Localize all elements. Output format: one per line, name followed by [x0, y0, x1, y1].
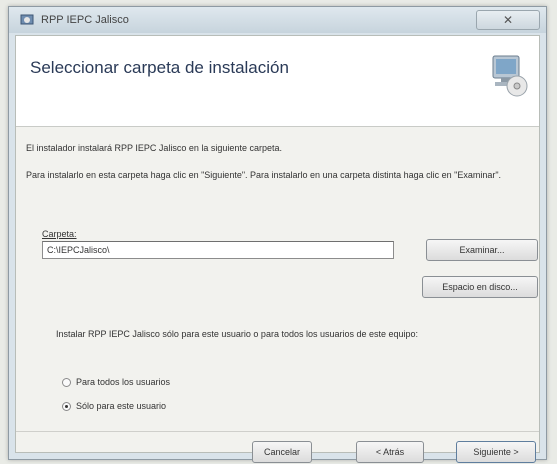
wizard-body: El instalador instalará RPP IEPC Jalisco… [16, 127, 539, 463]
next-button[interactable]: Siguiente > [456, 441, 536, 463]
computer-cd-icon [487, 52, 529, 98]
footer-divider [16, 431, 539, 432]
radio-everyone[interactable]: Para todos los usuarios [62, 377, 170, 387]
radio-everyone-label: Para todos los usuarios [76, 377, 171, 387]
installer-window: RPP IEPC Jalisco ✕ Seleccionar carpeta d… [8, 6, 547, 463]
close-icon: ✕ [502, 13, 514, 27]
folder-label: Carpeta: [42, 229, 77, 239]
page-title: Seleccionar carpeta de instalación [30, 58, 289, 77]
close-button[interactable]: ✕ [476, 10, 540, 30]
folder-input[interactable]: C:\IEPCJalisco\ [42, 241, 394, 259]
install-scope-text: Instalar RPP IEPC Jalisco sólo para este… [56, 329, 419, 339]
instructions-text: Para instalarlo en esta carpeta haga cli… [26, 170, 502, 180]
radio-just-me[interactable]: Sólo para este usuario [62, 401, 166, 411]
back-button[interactable]: < Atrás [356, 441, 424, 463]
wizard-header: Seleccionar carpeta de instalación [16, 36, 539, 127]
window-title: RPP IEPC Jalisco [41, 14, 129, 26]
browse-button[interactable]: Examinar... [426, 239, 538, 261]
title-bar: RPP IEPC Jalisco ✕ [9, 7, 546, 33]
cancel-button[interactable]: Cancelar [252, 441, 312, 463]
disk-cost-button[interactable]: Espacio en disco... [422, 276, 538, 298]
installer-icon [19, 12, 35, 28]
radio-just-me-indicator[interactable] [62, 401, 71, 411]
intro-text: El instalador instalará RPP IEPC Jalisco… [26, 143, 282, 153]
radio-everyone-indicator[interactable] [62, 377, 71, 387]
radio-just-me-label: Sólo para este usuario [76, 401, 167, 411]
wizard-content: Seleccionar carpeta de instalación El in… [15, 35, 540, 463]
